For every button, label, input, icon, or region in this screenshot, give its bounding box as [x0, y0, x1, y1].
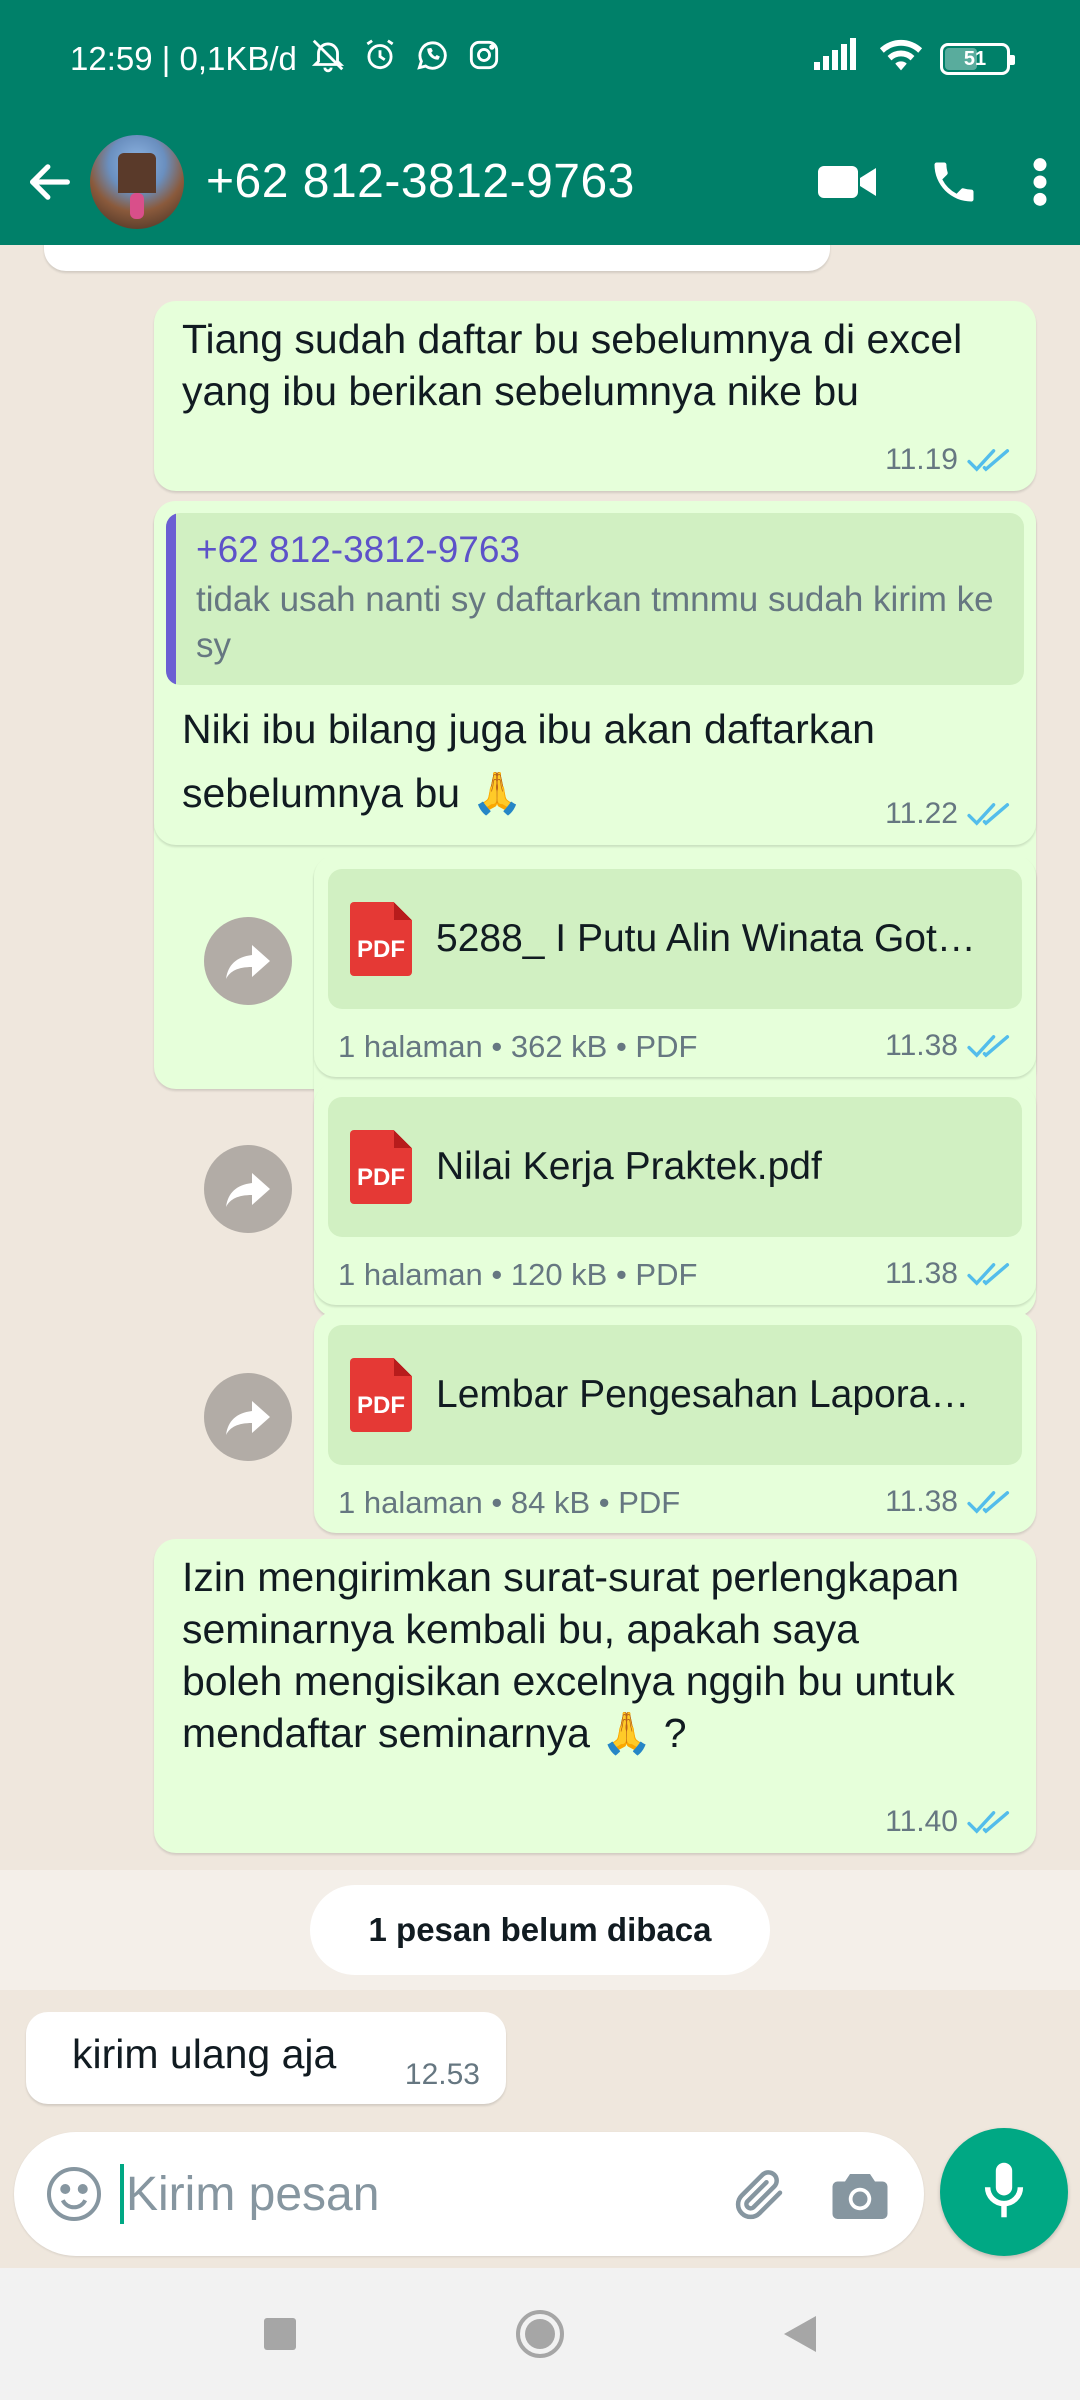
document-info: 1 halaman • 84 kB • PDF — [338, 1485, 681, 1520]
message-time: 11.19 — [885, 443, 958, 476]
message-bubble-partial[interactable] — [44, 245, 830, 271]
message-bubble-incoming[interactable]: kirim ulang aja 12.53 — [26, 2012, 506, 2104]
message-text: Niki ibu bilang juga ibu akan daftarkan … — [182, 706, 875, 816]
message-time: 11.22 — [885, 797, 958, 830]
battery-level: 51 — [963, 47, 987, 70]
document-card[interactable]: PDF 5288_ I Putu Alin Winata Got… — [328, 869, 1022, 1009]
signal-icon — [812, 38, 862, 80]
double-check-icon — [966, 1808, 1012, 1836]
message-bubble-reply-body[interactable]: +62 812-3812-9763 tidak usah nanti sy da… — [154, 501, 1036, 845]
whatsapp-icon — [413, 36, 451, 82]
pdf-icon: PDF — [350, 902, 412, 976]
document-info: 1 halaman • 120 kB • PDF — [338, 1257, 698, 1292]
document-message[interactable]: PDF 5288_ I Putu Alin Winata Got… 1 hala… — [314, 855, 1036, 1077]
forward-icon[interactable] — [204, 1373, 292, 1461]
attach-icon[interactable] — [730, 2164, 790, 2224]
forward-icon[interactable] — [204, 1145, 292, 1233]
contact-name[interactable]: +62 812-3812-9763 — [206, 154, 635, 209]
pdf-icon: PDF — [350, 1358, 412, 1432]
more-vert-icon[interactable] — [1030, 156, 1050, 208]
pdf-icon: PDF — [350, 1130, 412, 1204]
quote-text: tidak usah nanti sy daftarkan tmnmu suda… — [196, 580, 994, 665]
phone-icon[interactable] — [928, 156, 980, 208]
document-name: 5288_ I Putu Alin Winata Got… — [436, 917, 976, 960]
avatar[interactable] — [90, 134, 184, 229]
back-arrow-icon[interactable] — [10, 142, 90, 222]
status-time: 12:59 | 0,1KB/d — [70, 40, 297, 77]
quote-author: +62 812-3812-9763 — [196, 529, 521, 570]
status-bar: 12:59 | 0,1KB/d 51 — [0, 0, 1080, 118]
chat-area[interactable]: Tiang sudah daftar bu sebelumnya di exce… — [0, 245, 1080, 2130]
double-check-icon — [966, 1032, 1012, 1060]
message-time: 11.38 — [885, 1257, 958, 1290]
message-bubble-outgoing[interactable]: Izin mengirimkan surat-surat perlengkapa… — [154, 1539, 1036, 1853]
reply-quote[interactable]: +62 812-3812-9763 tidak usah nanti sy da… — [166, 513, 1024, 685]
document-card[interactable]: PDF Nilai Kerja Praktek.pdf — [328, 1097, 1022, 1237]
message-composer — [14, 2132, 924, 2256]
document-message[interactable]: PDF Nilai Kerja Praktek.pdf 1 halaman • … — [314, 1083, 1036, 1305]
message-time: 11.40 — [885, 1805, 958, 1838]
camera-icon[interactable] — [830, 2166, 890, 2222]
document-name: Nilai Kerja Praktek.pdf — [436, 1145, 822, 1188]
message-time: 11.38 — [885, 1029, 958, 1062]
double-check-icon — [966, 1488, 1012, 1516]
message-bubble-outgoing[interactable]: Tiang sudah daftar bu sebelumnya di exce… — [154, 301, 1036, 491]
instagram-icon — [465, 36, 503, 82]
system-nav-bar — [0, 2268, 1080, 2400]
video-call-icon[interactable] — [818, 162, 878, 202]
recents-icon[interactable] — [240, 2294, 320, 2374]
message-input[interactable] — [126, 2166, 646, 2222]
text-cursor — [120, 2164, 124, 2224]
double-check-icon — [966, 446, 1012, 474]
document-message[interactable]: PDF Lembar Pengesahan Lapora… 1 halaman … — [314, 1311, 1036, 1533]
message-text: Tiang sudah daftar bu sebelumnya di exce… — [182, 316, 963, 414]
alarm-icon — [361, 36, 399, 82]
message-time: 12.53 — [404, 2058, 480, 2091]
document-card[interactable]: PDF Lembar Pengesahan Lapora… — [328, 1325, 1022, 1465]
document-name: Lembar Pengesahan Lapora… — [436, 1373, 970, 1416]
app-bar: +62 812-3812-9763 — [0, 118, 1080, 245]
mute-bell-icon — [309, 36, 347, 82]
message-time: 11.38 — [885, 1485, 958, 1518]
back-nav-icon[interactable] — [760, 2294, 840, 2374]
document-info: 1 halaman • 362 kB • PDF — [338, 1029, 698, 1064]
mic-button[interactable] — [940, 2128, 1068, 2256]
message-text: Izin mengirimkan surat-surat perlengkapa… — [182, 1554, 960, 1756]
home-icon[interactable] — [500, 2294, 580, 2374]
wifi-icon — [878, 37, 924, 81]
forward-icon[interactable] — [204, 917, 292, 1005]
double-check-icon — [966, 1260, 1012, 1288]
emoji-icon[interactable] — [42, 2162, 106, 2226]
mic-icon — [980, 2160, 1028, 2225]
chat-header: 12:59 | 0,1KB/d 51 +62 812-3812-9763 — [0, 0, 1080, 245]
message-text: kirim ulang aja — [72, 2031, 337, 2077]
unread-badge: 1 pesan belum dibaca — [310, 1885, 770, 1975]
battery-icon: 51 — [940, 43, 1015, 75]
double-check-icon — [966, 800, 1012, 828]
